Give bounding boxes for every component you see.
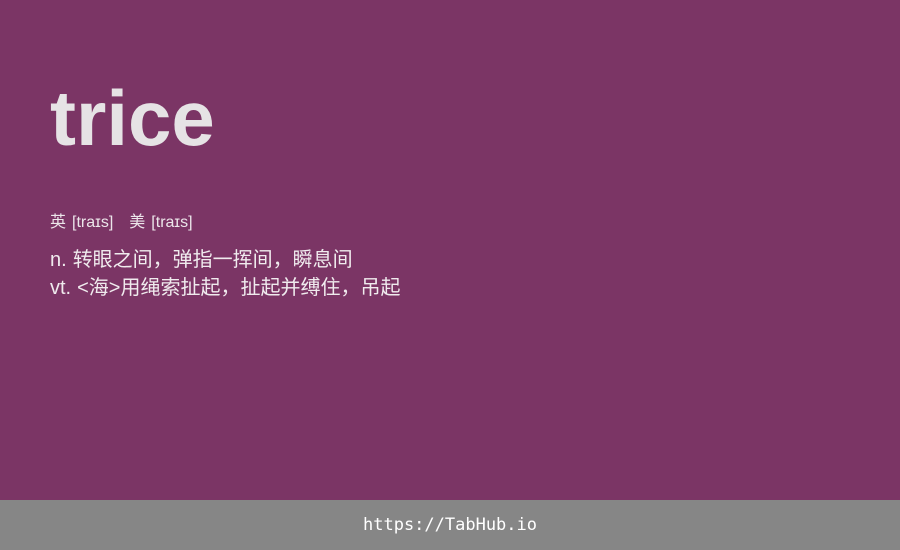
definitions-list: n. 转眼之间，弹指一挥间，瞬息间 vt. <海>用绳索扯起，扯起并缚住，吊起: [50, 246, 400, 302]
phonetics-row: 英 [traɪs] 美 [traɪs]: [50, 212, 193, 234]
word-card: trice 英 [traɪs] 美 [traɪs] n. 转眼之间，弹指一挥间，…: [0, 0, 900, 500]
phonetic-us-ipa: [traɪs]: [151, 214, 193, 231]
phonetic-us-region: 美: [129, 214, 146, 231]
phonetic-uk: 英 [traɪs]: [50, 212, 113, 234]
phonetic-uk-region: 英: [50, 214, 67, 231]
definition-text: <海>用绳索扯起，扯起并缚住，吊起: [77, 277, 401, 299]
tabhub-link[interactable]: https://TabHub.io: [363, 515, 537, 535]
definition-pos: n.: [50, 249, 67, 271]
definition-verb: vt. <海>用绳索扯起，扯起并缚住，吊起: [50, 274, 400, 302]
phonetic-us: 美 [traɪs]: [129, 212, 192, 234]
headword: trice: [50, 74, 215, 162]
definition-noun: n. 转眼之间，弹指一挥间，瞬息间: [50, 246, 400, 274]
definition-pos: vt.: [50, 277, 72, 299]
definition-text: 转眼之间，弹指一挥间，瞬息间: [72, 249, 353, 271]
footer-bar: https://TabHub.io: [0, 500, 900, 550]
phonetic-uk-ipa: [traɪs]: [72, 214, 114, 231]
